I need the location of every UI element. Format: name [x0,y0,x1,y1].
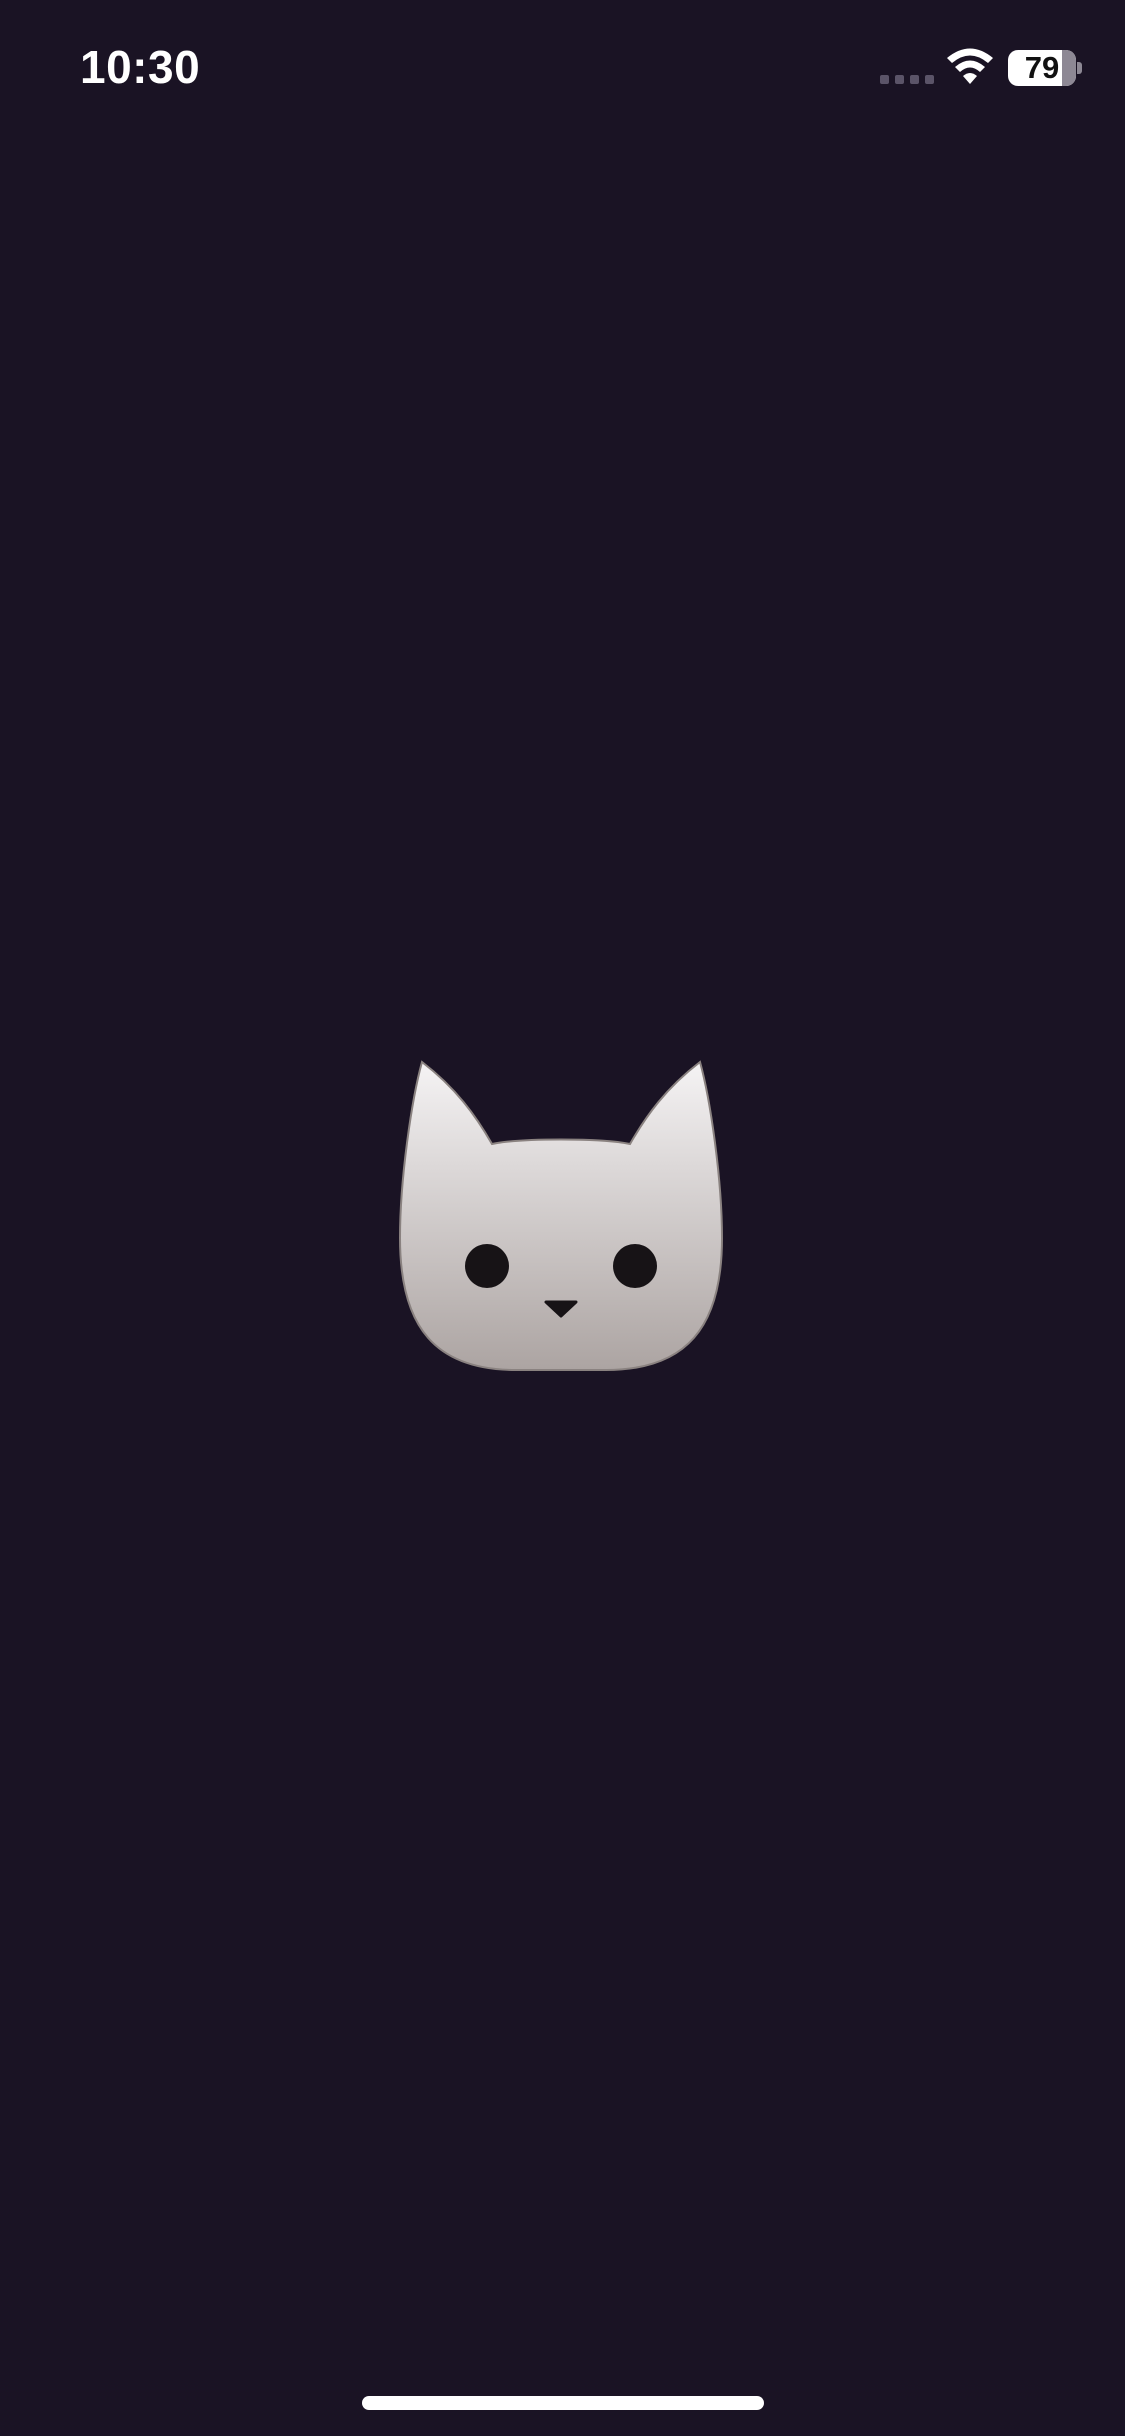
wifi-icon [947,48,993,84]
signal-dot [880,75,889,84]
cat-left-eye [465,1244,509,1288]
signal-dot [895,75,904,84]
signal-dot [910,75,919,84]
status-time: 10:30 [80,41,201,93]
battery-icon: 79 [1008,50,1076,86]
battery-nub [1077,62,1082,74]
signal-dot [925,75,934,84]
battery-percentage: 79 [1024,50,1060,85]
cat-head-icon [398,1060,724,1371]
status-bar: 10:30 79 [0,0,1125,140]
cat-head-shape [398,1060,724,1371]
cat-right-eye [613,1244,657,1288]
cellular-signal-icon [880,75,934,84]
home-indicator[interactable] [362,2396,764,2410]
